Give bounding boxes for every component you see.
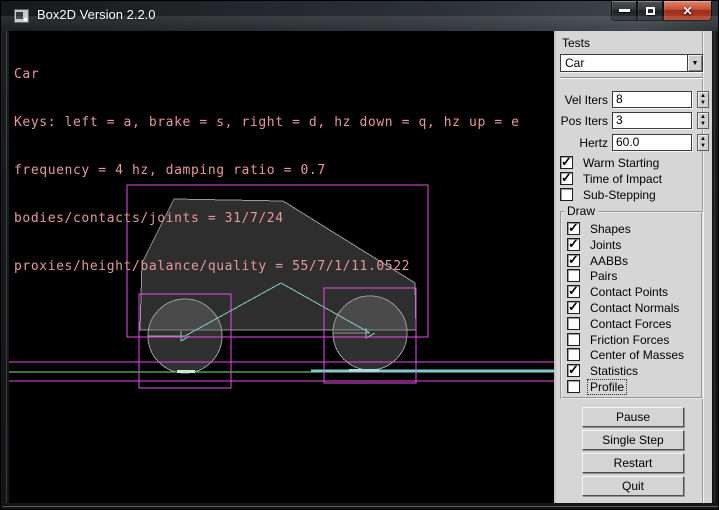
control-panel: Tests Car ▼ Vel Iters 8 ▲ ▼ Pos Iters 3 … bbox=[554, 31, 712, 503]
checkbox-box bbox=[567, 348, 580, 361]
check-icon: ✓ bbox=[561, 170, 572, 186]
close-button[interactable]: ✕ bbox=[663, 1, 712, 21]
titlebar[interactable]: Box2D Version 2.2.0 ✕ bbox=[1, 1, 719, 31]
stats-line-counts: bodies/contacts/joints = 31/7/24 bbox=[14, 211, 520, 227]
tests-label: Tests bbox=[562, 36, 590, 50]
checkbox-box bbox=[567, 269, 580, 282]
pos-iters-label: Pos Iters bbox=[556, 114, 608, 128]
check-icon: ✓ bbox=[568, 252, 579, 268]
arrow-down-icon: ▼ bbox=[700, 121, 706, 127]
maximize-button[interactable] bbox=[637, 1, 663, 21]
hertz-stepper[interactable]: ▲ ▼ bbox=[697, 134, 709, 151]
physics-canvas[interactable]: Car Keys: left = a, brake = s, right = d… bbox=[9, 31, 554, 503]
pos-iters-row: Pos Iters 3 ▲ ▼ bbox=[556, 112, 706, 129]
chevron-down-icon: ▼ bbox=[692, 60, 699, 67]
check-icon: ✓ bbox=[568, 299, 579, 315]
window-border-left bbox=[6, 31, 7, 503]
minimize-icon bbox=[619, 9, 630, 12]
check-icon: ✓ bbox=[568, 283, 579, 299]
checkbox-label: Shapes bbox=[588, 222, 633, 236]
vel-iters-row: Vel Iters 8 ▲ ▼ bbox=[556, 91, 706, 108]
hertz-row: Hertz 60.0 ▲ ▼ bbox=[556, 134, 706, 151]
check-icon: ✓ bbox=[568, 362, 579, 378]
app-window: Box2D Version 2.2.0 ✕ bbox=[0, 0, 719, 510]
window-title: Box2D Version 2.2.0 bbox=[37, 1, 156, 29]
checkbox-label: Friction Forces bbox=[588, 333, 671, 347]
arrow-up-icon: ▲ bbox=[700, 136, 706, 142]
vel-iters-stepper[interactable]: ▲ ▼ bbox=[697, 91, 709, 108]
checkbox-label: Statistics bbox=[588, 364, 640, 378]
contact-point-right bbox=[349, 369, 379, 372]
hertz-input[interactable]: 60.0 bbox=[612, 134, 692, 151]
vel-iters-label: Vel Iters bbox=[556, 93, 608, 107]
arrow-up-icon: ▲ bbox=[700, 114, 706, 120]
check-icon: ✓ bbox=[561, 154, 572, 170]
checkbox-label: Contact Normals bbox=[588, 301, 681, 315]
checkbox-label: Pairs bbox=[588, 269, 619, 283]
arrow-up-icon: ▲ bbox=[700, 93, 706, 99]
checkbox-label: Time of Impact bbox=[581, 172, 664, 186]
checkbox-label: Joints bbox=[588, 238, 623, 252]
checkbox-label: Warm Starting bbox=[581, 156, 661, 170]
vel-iters-input[interactable]: 8 bbox=[612, 91, 692, 108]
checkbox-box bbox=[567, 317, 580, 330]
checkbox-box bbox=[560, 188, 573, 201]
app-icon bbox=[14, 9, 29, 23]
quit-button[interactable]: Quit bbox=[582, 476, 684, 496]
separator bbox=[560, 77, 703, 79]
close-icon: ✕ bbox=[682, 4, 692, 18]
caption-buttons: ✕ bbox=[611, 1, 712, 21]
hertz-label: Hertz bbox=[556, 136, 608, 150]
arrow-down-icon: ▼ bbox=[700, 143, 706, 149]
contact-point-left bbox=[177, 370, 195, 373]
checkbox-label: Contact Forces bbox=[588, 317, 673, 331]
checkbox-label: AABBs bbox=[588, 254, 630, 268]
window-border-right bbox=[714, 31, 715, 503]
minimize-button[interactable] bbox=[611, 1, 637, 21]
checkbox-label: Contact Points bbox=[588, 285, 670, 299]
single-step-button[interactable]: Single Step bbox=[582, 430, 684, 450]
stats-overlay: Car Keys: left = a, brake = s, right = d… bbox=[14, 35, 520, 307]
pos-iters-input[interactable]: 3 bbox=[612, 112, 692, 129]
checkbox-label: Sub-Stepping bbox=[581, 188, 658, 202]
stats-line-quality: proxies/height/balance/quality = 55/7/1/… bbox=[14, 259, 520, 275]
stats-line-frequency: frequency = 4 hz, damping ratio = 0.7 bbox=[14, 163, 520, 179]
maximize-icon bbox=[646, 7, 655, 15]
draw-groupbox-title: Draw bbox=[564, 204, 598, 218]
checkbox-label: Center of Masses bbox=[588, 348, 686, 362]
checkbox-box bbox=[567, 333, 580, 346]
checkbox-box bbox=[567, 380, 580, 393]
tests-dropdown-value: Car bbox=[565, 56, 584, 71]
restart-button[interactable]: Restart bbox=[582, 453, 684, 473]
stats-line-title: Car bbox=[14, 67, 520, 83]
arrow-down-icon: ▼ bbox=[700, 100, 706, 106]
pos-iters-stepper[interactable]: ▲ ▼ bbox=[697, 112, 709, 129]
check-icon: ✓ bbox=[568, 236, 579, 252]
pause-button[interactable]: Pause bbox=[582, 407, 684, 427]
stats-line-keys: Keys: left = a, brake = s, right = d, hz… bbox=[14, 115, 520, 131]
checkbox-label: Profile bbox=[588, 380, 626, 394]
tests-dropdown-button[interactable]: ▼ bbox=[687, 55, 702, 71]
check-icon: ✓ bbox=[568, 220, 579, 236]
tests-dropdown[interactable]: Car ▼ bbox=[560, 54, 703, 72]
window-border-bottom bbox=[3, 506, 718, 507]
